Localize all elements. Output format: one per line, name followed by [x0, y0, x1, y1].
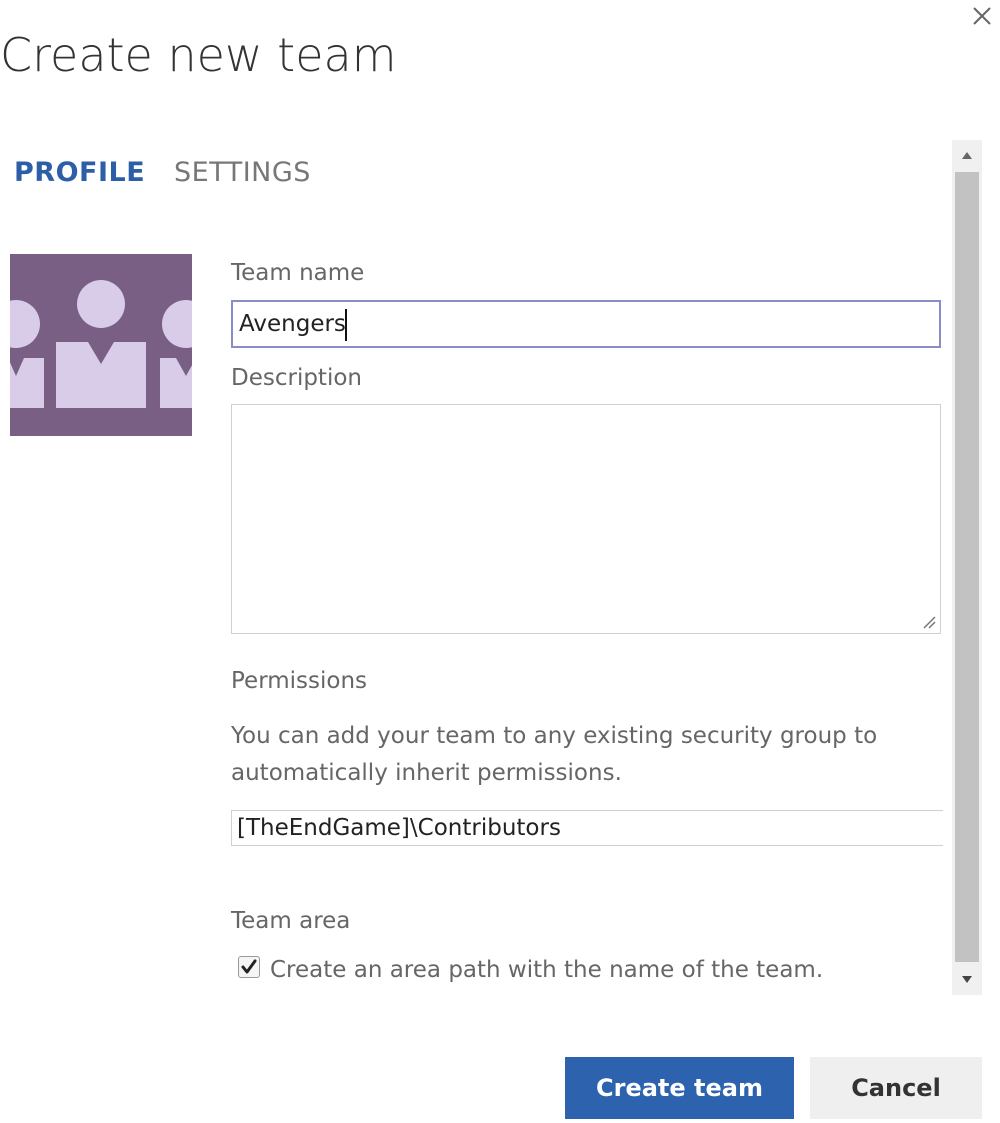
team-members-icon — [10, 280, 192, 408]
close-icon — [973, 7, 991, 25]
security-group-input[interactable]: [TheEndGame]\Contributors — [231, 810, 943, 846]
resize-grip-icon[interactable] — [922, 615, 936, 629]
arrow-down-icon — [962, 976, 972, 983]
text-caret — [345, 309, 347, 341]
scroll-thumb[interactable] — [955, 172, 979, 962]
permissions-help-text: You can add your team to any existing se… — [231, 723, 878, 786]
create-team-button[interactable]: Create team — [565, 1057, 794, 1119]
team-avatar — [10, 254, 192, 436]
scroll-down-button[interactable] — [952, 965, 982, 995]
checkmark-icon — [241, 959, 257, 974]
dialog-title: Create new team — [0, 28, 397, 82]
scroll-up-button[interactable] — [952, 140, 982, 170]
team-area-label: Team area — [231, 908, 351, 934]
team-name-input[interactable] — [231, 300, 941, 348]
tab-settings[interactable]: SETTINGS — [174, 154, 311, 192]
description-textarea[interactable] — [231, 404, 941, 634]
cancel-button[interactable]: Cancel — [810, 1057, 982, 1119]
arrow-up-icon — [962, 152, 972, 159]
description-label: Description — [231, 365, 362, 391]
area-path-checkbox[interactable] — [238, 956, 260, 978]
permissions-label: Permissions — [231, 668, 368, 694]
vertical-scrollbar[interactable] — [952, 140, 982, 995]
tab-profile[interactable]: PROFILE — [14, 154, 145, 192]
area-path-checkbox-label[interactable]: Create an area path with the name of the… — [270, 953, 823, 987]
team-name-label: Team name — [231, 260, 365, 286]
close-button[interactable] — [968, 2, 996, 30]
